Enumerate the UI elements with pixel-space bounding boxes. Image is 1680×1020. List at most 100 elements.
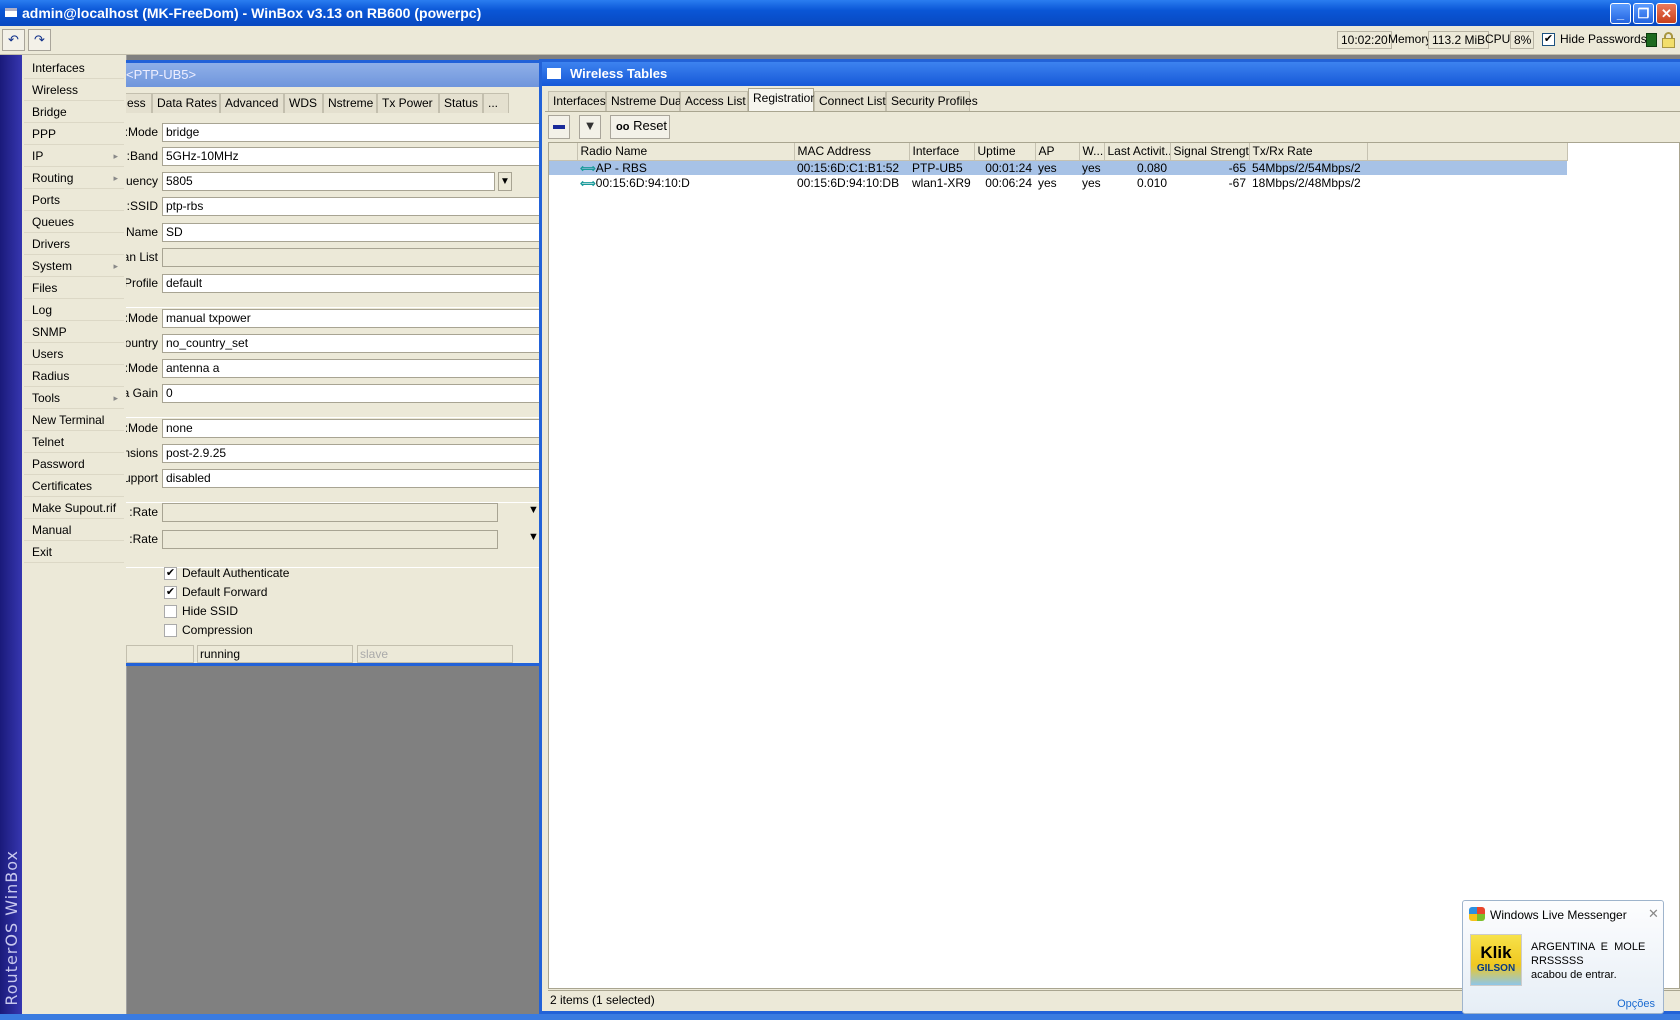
menu-item-ppp[interactable]: PPP <box>24 123 124 145</box>
redo-icon[interactable]: ↷ <box>28 29 51 51</box>
messenger-notification[interactable]: Windows Live Messenger ✕ Klik GILSON ARG… <box>1462 900 1664 1014</box>
submenu-arrow-icon: ▸ <box>113 393 118 403</box>
tab--[interactable]: ... <box>483 93 509 113</box>
field-input[interactable]: antenna a <box>162 359 539 378</box>
menu-item-make-supout-rif[interactable]: Make Supout.rif <box>24 497 124 519</box>
tab-interfaces[interactable]: Interfaces <box>548 91 606 111</box>
menu-item-tools[interactable]: Tools ▸ <box>24 387 124 409</box>
minimize-button[interactable]: _ <box>1610 3 1631 24</box>
menu-item-label: Make Supout.rif <box>32 501 117 515</box>
close-icon[interactable]: ✕ <box>1648 906 1659 922</box>
registration-table-container: Radio Name MAC Address Interface Uptime AP W.… <box>548 142 1680 989</box>
submenu-arrow-icon: ▸ <box>113 151 118 161</box>
tab-ess[interactable]: ess <box>126 93 152 113</box>
remove-button[interactable] <box>548 115 570 139</box>
menu-item-certificates[interactable]: Certificates <box>24 475 124 497</box>
tab-data-rates[interactable]: Data Rates <box>152 93 220 113</box>
field-input[interactable] <box>162 248 539 267</box>
column-header[interactable]: Signal Strengt... <box>1170 143 1250 161</box>
column-header[interactable]: MAC Address <box>794 143 910 161</box>
tab-connect-list[interactable]: Connect List <box>814 91 886 111</box>
hide-passwords-checkbox[interactable]: ✔ <box>1542 33 1555 46</box>
field-input[interactable]: disabled <box>162 469 539 488</box>
checkbox-hide-ssid[interactable] <box>164 605 177 618</box>
menu-item-queues[interactable]: Queues <box>24 211 124 233</box>
column-header[interactable]: Uptime <box>974 143 1036 161</box>
tab-nstreme-dual[interactable]: Nstreme Dual <box>606 91 684 111</box>
dropdown-toggle-icon[interactable]: ▼ <box>498 172 512 191</box>
dropdown-arrow-icon[interactable]: ▼ <box>528 504 539 516</box>
table-row[interactable]: ⟺AP - RBS 00:15:6D:C1:B1:52 PTP-UB5 00:01:2… <box>549 160 1567 175</box>
field-input[interactable]: none <box>162 419 539 438</box>
close-button[interactable]: ✕ <box>1656 3 1677 24</box>
field-input[interactable]: bridge <box>162 123 539 142</box>
status-cell: running <box>197 645 353 663</box>
menu-item-label: System <box>32 259 73 273</box>
reset-button[interactable]: oo Reset <box>610 115 670 139</box>
field-input[interactable]: manual txpower <box>162 309 539 328</box>
checkbox-default-authenticate[interactable]: ✔ <box>164 567 177 580</box>
field-input[interactable]: default <box>162 274 539 293</box>
tab-advanced[interactable]: Advanced <box>220 93 284 113</box>
tab-tx-power[interactable]: Tx Power <box>377 93 439 113</box>
tab-security-profiles[interactable]: Security Profiles <box>886 91 978 111</box>
field-label: an List: <box>126 250 158 264</box>
menu-item-manual[interactable]: Manual <box>24 519 124 541</box>
menu-item-wireless[interactable]: Wireless <box>24 79 124 101</box>
menu-item-routing[interactable]: Routing ▸ <box>24 167 124 189</box>
menu-item-telnet[interactable]: Telnet <box>24 431 124 453</box>
undo-icon[interactable]: ↶ <box>2 29 25 51</box>
menu-item-files[interactable]: Files <box>24 277 124 299</box>
checkbox-compression[interactable] <box>164 624 177 637</box>
menu-item-label: New Terminal <box>32 413 105 427</box>
menu-item-snmp[interactable]: SNMP <box>24 321 124 343</box>
menu-item-radius[interactable]: Radius <box>24 365 124 387</box>
field-input[interactable]: 5GHz-10MHz <box>162 147 539 166</box>
menu-item-interfaces[interactable]: Interfaces <box>24 57 124 79</box>
tab-access-list[interactable]: Access List <box>680 91 748 111</box>
menu-item-label: Radius <box>32 369 70 383</box>
column-header[interactable]: AP <box>1035 143 1080 161</box>
menu-item-ports[interactable]: Ports <box>24 189 124 211</box>
field-label: Rate: <box>129 505 158 519</box>
column-header[interactable]: W... <box>1079 143 1105 161</box>
field-input[interactable] <box>162 503 498 522</box>
column-header[interactable]: Interface <box>909 143 975 161</box>
column-header[interactable]: Tx/Rx Rate <box>1249 143 1368 161</box>
menu-item-ip[interactable]: IP ▸ <box>24 145 124 167</box>
column-header[interactable]: Last Activit... <box>1104 143 1171 161</box>
field-input[interactable]: SD <box>162 223 539 242</box>
restore-button[interactable]: ❐ <box>1633 3 1654 24</box>
checkbox-default-forward[interactable]: ✔ <box>164 586 177 599</box>
app-icon <box>5 8 17 17</box>
tab-status[interactable]: Status <box>439 93 483 113</box>
field-input[interactable]: post-2.9.25 <box>162 444 539 463</box>
field-input[interactable]: 5805 <box>162 172 495 191</box>
interface-window-title[interactable]: <PTP-UB5> <box>126 63 539 87</box>
wireless-tables-title-bar[interactable]: Wireless Tables <box>542 62 1680 86</box>
menu-item-drivers[interactable]: Drivers <box>24 233 124 255</box>
dropdown-arrow-icon[interactable]: ▼ <box>528 531 539 543</box>
tab-nstreme[interactable]: Nstreme <box>323 93 377 113</box>
field-input[interactable]: ptp-rbs <box>162 197 539 216</box>
tab-registration[interactable]: Registration <box>748 88 817 111</box>
field-label: Name: <box>126 225 158 239</box>
menu-item-new-terminal[interactable]: New Terminal <box>24 409 124 431</box>
menu-item-label: Tools <box>32 391 61 405</box>
tab-wds[interactable]: WDS <box>284 93 323 113</box>
menu-item-users[interactable]: Users <box>24 343 124 365</box>
menu-item-log[interactable]: Log <box>24 299 124 321</box>
column-header[interactable]: Radio Name <box>577 143 795 161</box>
filter-button[interactable]: ▼ <box>579 115 601 139</box>
brand-strip: RouterOS WinBox <box>0 55 22 1014</box>
field-input[interactable]: 0 <box>162 384 539 403</box>
table-cell: PTP-UB5 <box>909 160 974 175</box>
options-link[interactable]: Opções <box>1617 998 1655 1010</box>
field-input[interactable] <box>162 530 498 549</box>
table-row[interactable]: ⟺00:15:6D:94:10:D 00:15:6D:94:10:DB wlan1-… <box>549 175 1567 190</box>
field-input[interactable]: no_country_set <box>162 334 539 353</box>
menu-item-password[interactable]: Password <box>24 453 124 475</box>
menu-item-bridge[interactable]: Bridge <box>24 101 124 123</box>
menu-item-exit[interactable]: Exit <box>24 541 124 563</box>
menu-item-system[interactable]: System ▸ <box>24 255 124 277</box>
